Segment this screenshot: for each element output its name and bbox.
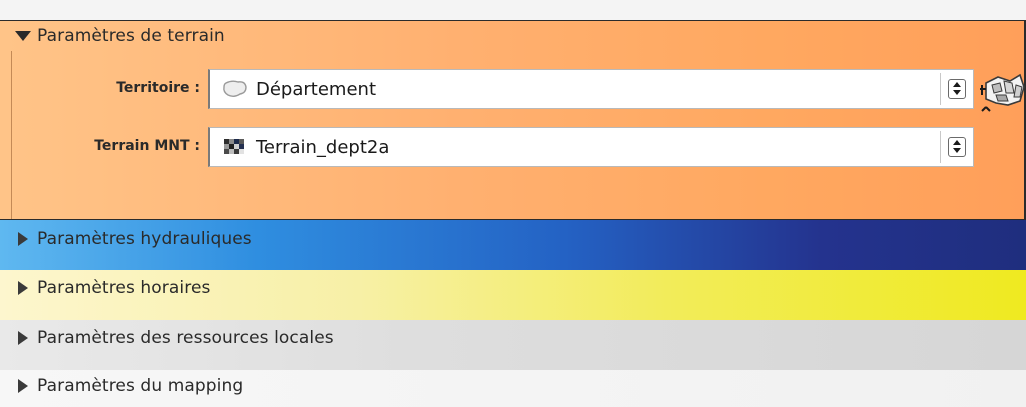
field-row-territoire: Territoire : Département (0, 69, 1025, 113)
group-mapping: Paramètres du mapping (0, 370, 1026, 407)
polygon-layer-icon (222, 79, 248, 103)
group-header-hydrauliques[interactable]: Paramètres hydrauliques (0, 220, 1026, 258)
triangle-down-icon[interactable] (11, 21, 35, 51)
territoire-combo[interactable]: Département (208, 69, 974, 109)
group-title-terrain: Paramètres de terrain (37, 26, 225, 46)
group-terrain: Paramètres de terrain Territoire : Dépar… (0, 20, 1026, 220)
terrain-mnt-label: Terrain MNT : (94, 138, 200, 154)
spin-updown-icon[interactable] (948, 137, 966, 157)
group-header-ressources[interactable]: Paramètres des ressources locales (0, 320, 1026, 356)
group-title-hydrauliques: Paramètres hydrauliques (37, 229, 252, 249)
triangle-right-icon[interactable] (11, 224, 35, 254)
terrain-mnt-value: Terrain_dept2a (256, 137, 390, 158)
group-header-horaires[interactable]: Paramètres horaires (0, 270, 1026, 306)
triangle-right-icon[interactable] (11, 371, 35, 401)
group-title-mapping: Paramètres du mapping (37, 376, 244, 396)
group-horaires: Paramètres horaires (0, 270, 1026, 320)
top-strip (0, 0, 1026, 20)
raster-layer-icon (224, 139, 244, 161)
group-title-horaires: Paramètres horaires (37, 278, 211, 298)
triangle-right-icon[interactable] (11, 323, 35, 353)
triangle-right-icon[interactable] (11, 273, 35, 303)
territoire-label: Territoire : (116, 80, 200, 96)
group-ressources: Paramètres des ressources locales (0, 320, 1026, 370)
combo-separator (940, 73, 941, 105)
terrain-mnt-combo[interactable]: Terrain_dept2a (208, 127, 974, 167)
group-title-ressources: Paramètres des ressources locales (37, 328, 334, 348)
spin-updown-icon[interactable] (948, 79, 966, 99)
map-select-icon[interactable] (980, 69, 1026, 117)
group-header-mapping[interactable]: Paramètres du mapping (0, 370, 1026, 402)
combo-separator (940, 131, 941, 163)
field-row-terrain-mnt: Terrain MNT : Terrain_dept2a (0, 127, 1000, 171)
territoire-value: Département (256, 79, 376, 100)
group-header-terrain[interactable]: Paramètres de terrain (0, 21, 1024, 51)
group-hydrauliques: Paramètres hydrauliques (0, 220, 1026, 270)
